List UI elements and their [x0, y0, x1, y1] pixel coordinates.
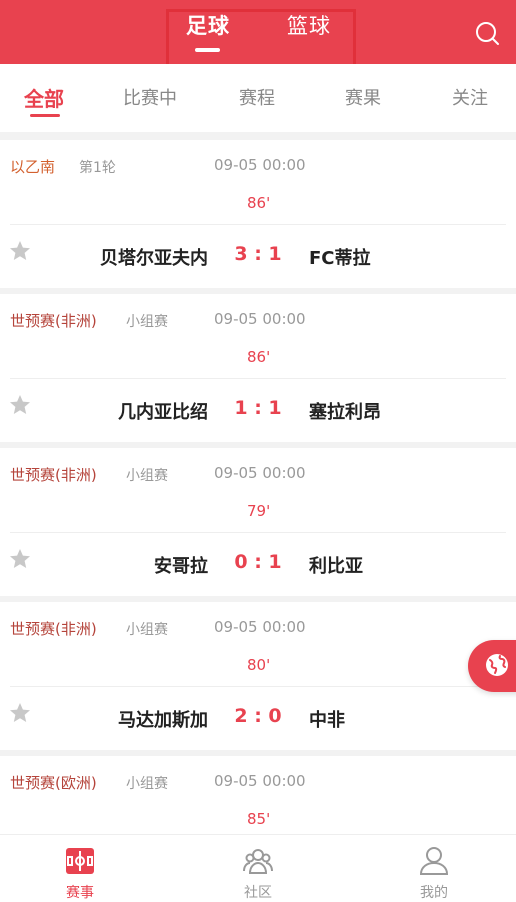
divider: [10, 686, 506, 687]
divider: [10, 224, 506, 225]
nav-profile[interactable]: 我的: [384, 835, 484, 902]
match-card[interactable]: 世预赛(非洲) 小组赛 09-05 00:00 79' 安哥拉 0 : 1 利比…: [0, 448, 516, 596]
floating-globe-button[interactable]: [468, 640, 516, 692]
league-name: 世预赛(非洲): [10, 312, 97, 330]
divider: [10, 532, 506, 533]
match-minute: 85': [247, 810, 271, 828]
match-score: 3 : 1: [234, 243, 282, 265]
match-minute: 86': [247, 194, 271, 212]
away-team: FC蒂拉: [309, 248, 371, 269]
match-minute: 80': [247, 656, 271, 674]
nav-label: 社区: [244, 885, 272, 901]
match-card[interactable]: 世预赛(非洲) 小组赛 09-05 00:00 80' 马达加斯加 2 : 0 …: [0, 602, 516, 750]
match-time: 09-05 00:00: [214, 772, 306, 790]
round-label: 小组赛: [126, 622, 168, 638]
home-team: 几内亚比绍: [118, 402, 208, 423]
round-label: 小组赛: [126, 314, 168, 330]
filter-all[interactable]: 全部: [24, 83, 64, 112]
round-label: 小组赛: [126, 776, 168, 792]
divider: [10, 378, 506, 379]
match-icon: [66, 848, 94, 874]
match-time: 09-05 00:00: [214, 310, 306, 328]
away-team: 中非: [309, 710, 345, 731]
filter-live[interactable]: 比赛中: [123, 84, 177, 110]
filter-following[interactable]: 关注: [452, 84, 488, 110]
away-team: 利比亚: [309, 556, 363, 577]
league-name: 世预赛(欧洲): [10, 774, 97, 792]
filter-schedule[interactable]: 赛程: [239, 84, 275, 110]
match-minute: 86': [247, 348, 271, 366]
match-score: 2 : 0: [234, 705, 282, 727]
nav-matches[interactable]: 赛事: [30, 835, 130, 902]
nav-label: 我的: [420, 885, 448, 901]
away-team: 塞拉利昂: [309, 402, 381, 423]
star-icon[interactable]: [8, 393, 32, 417]
home-team: 安哥拉: [154, 556, 208, 577]
match-list: 以乙南 第1轮 09-05 00:00 86' 贝塔尔亚夫内 3 : 1 FC蒂…: [0, 140, 516, 902]
star-icon[interactable]: [8, 547, 32, 571]
filter-tabs: 全部 比赛中 赛程 赛果 关注: [0, 64, 516, 132]
filter-results[interactable]: 赛果: [345, 84, 381, 110]
match-score: 0 : 1: [234, 551, 282, 573]
nav-label: 赛事: [66, 885, 94, 901]
bottom-nav: 赛事 社区 我的: [0, 834, 516, 902]
round-label: 第1轮: [79, 160, 116, 176]
match-score: 1 : 1: [234, 397, 282, 419]
league-name: 世预赛(非洲): [10, 466, 97, 484]
globe-icon: [486, 654, 508, 676]
nav-community[interactable]: 社区: [208, 835, 308, 902]
match-time: 09-05 00:00: [214, 156, 306, 174]
star-icon[interactable]: [8, 701, 32, 725]
home-team: 马达加斯加: [118, 710, 208, 731]
community-icon: [243, 849, 273, 874]
filter-indicator: [30, 114, 60, 117]
league-name: 世预赛(非洲): [10, 620, 97, 638]
home-team: 贝塔尔亚夫内: [100, 248, 208, 269]
search-icon[interactable]: [474, 20, 500, 46]
match-card[interactable]: 以乙南 第1轮 09-05 00:00 86' 贝塔尔亚夫内 3 : 1 FC蒂…: [0, 140, 516, 288]
star-icon[interactable]: [8, 239, 32, 263]
round-label: 小组赛: [126, 468, 168, 484]
profile-icon: [419, 847, 449, 875]
match-time: 09-05 00:00: [214, 464, 306, 482]
match-card[interactable]: 世预赛(非洲) 小组赛 09-05 00:00 86' 几内亚比绍 1 : 1 …: [0, 294, 516, 442]
match-minute: 79': [247, 502, 271, 520]
match-time: 09-05 00:00: [214, 618, 306, 636]
